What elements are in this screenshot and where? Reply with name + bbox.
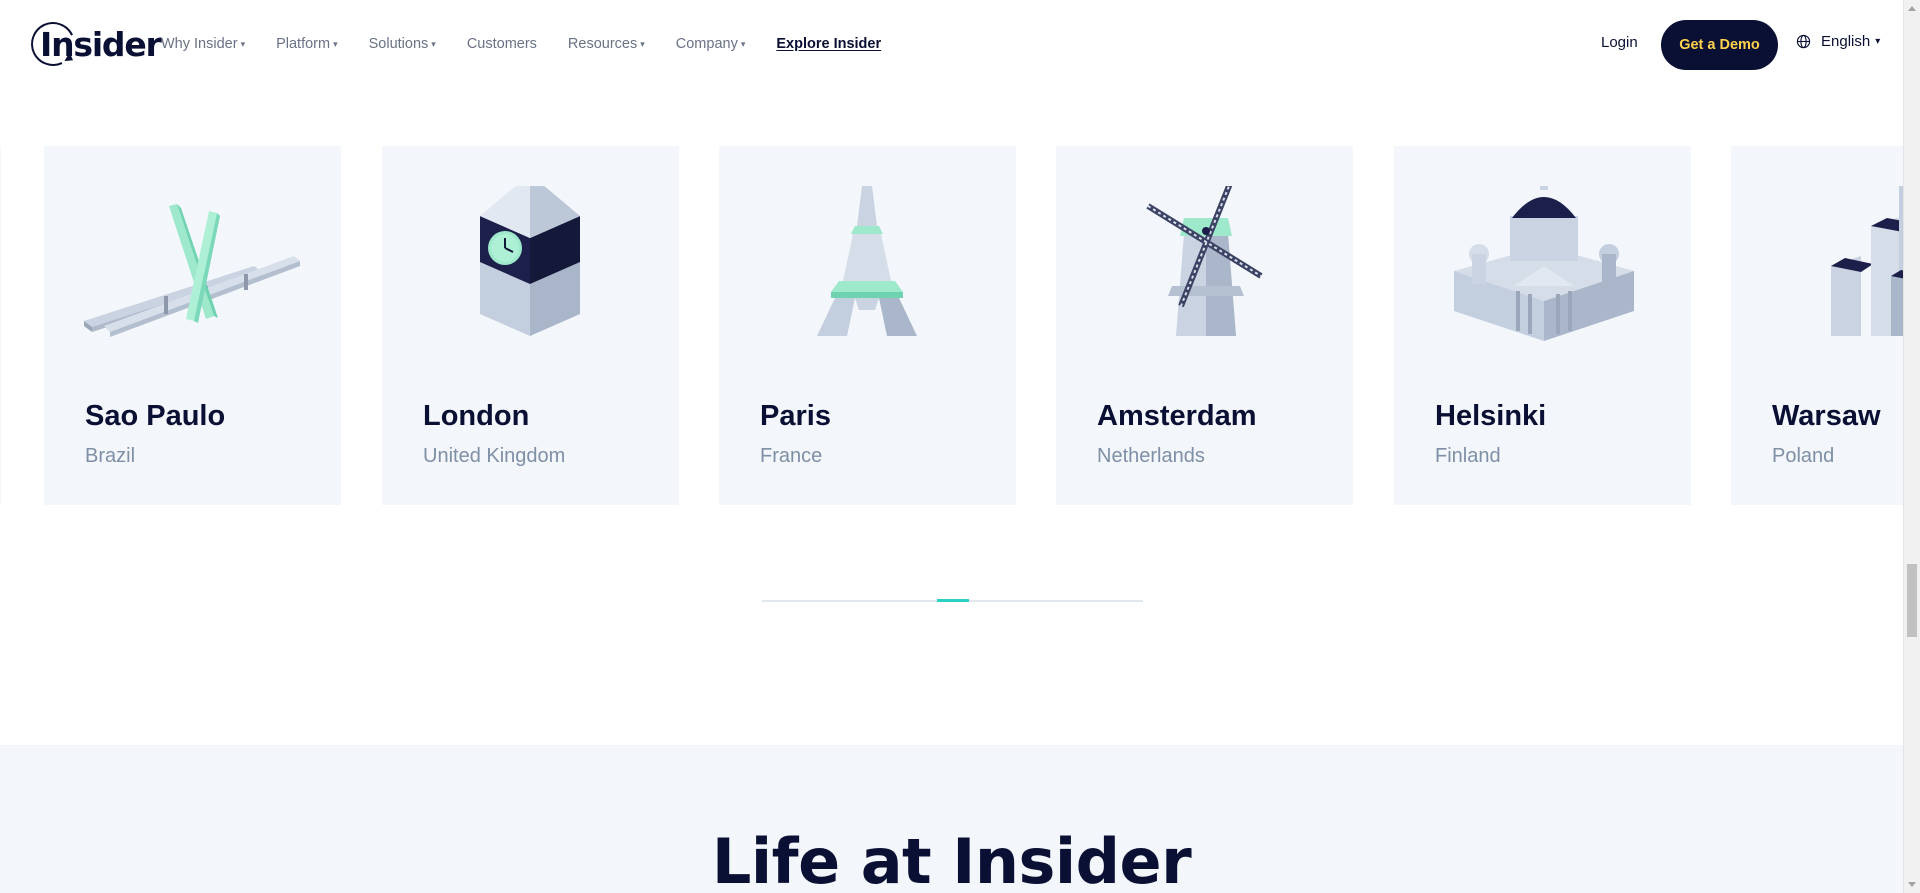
chevron-down-icon: ▾ (740, 38, 746, 49)
nav-company[interactable]: Company ▾ (676, 36, 746, 52)
country-name: Brazil (85, 445, 136, 467)
nav-label: Customers (466, 36, 537, 52)
country-name: Poland (1772, 445, 1835, 467)
clock-tower-icon (480, 186, 580, 336)
login-link[interactable]: Login (1601, 34, 1638, 51)
city-name: Amsterdam (1097, 400, 1257, 432)
cathedral-icon (1454, 186, 1634, 341)
bridge-icon (84, 204, 300, 337)
country-name: United Kingdom (423, 445, 566, 467)
city-card-sao-paulo[interactable]: Sao Paulo Brazil (44, 146, 341, 505)
eiffel-tower-icon (817, 186, 917, 336)
city-card-amsterdam[interactable]: Amsterdam Netherlands (1056, 146, 1353, 505)
office-carousel[interactable]: Sao Paulo Brazil London United Kingdom P… (0, 146, 1903, 505)
language-label: English (1821, 33, 1871, 50)
country-name: France (760, 445, 823, 467)
windmill-icon (1146, 186, 1263, 336)
scroll-down-arrow-icon[interactable] (1908, 882, 1916, 887)
city-card-helsinki[interactable]: Helsinki Finland (1394, 146, 1691, 505)
city-card-warsaw[interactable]: Warsaw Poland (1731, 146, 1903, 505)
insider-logo[interactable]: Insider (24, 15, 162, 73)
nav-solutions[interactable]: Solutions ▾ (369, 36, 436, 52)
city-name: Paris (760, 400, 831, 432)
city-name: Warsaw (1772, 400, 1881, 432)
site-header: Insider Why Insider ▾ Platform ▾ Solutio… (0, 0, 1903, 88)
nav-label: Platform (276, 36, 331, 52)
chevron-down-icon: ▾ (240, 38, 246, 49)
carousel-progress-thumb[interactable] (937, 599, 969, 602)
get-a-demo-button[interactable]: Get a Demo (1661, 20, 1778, 70)
country-name: Netherlands (1097, 445, 1205, 467)
nav-label: Why Insider (161, 36, 238, 52)
section-title: Life at Insider (711, 825, 1192, 893)
nav-why-insider[interactable]: Why Insider ▾ (161, 36, 245, 52)
country-name: Finland (1435, 445, 1501, 467)
chevron-down-icon: ▾ (333, 38, 338, 49)
nav-resources[interactable]: Resources ▾ (568, 36, 645, 52)
nav-customers[interactable]: Customers (467, 36, 537, 52)
chevron-down-icon: ▾ (1875, 36, 1881, 47)
main-nav: Why Insider ▾ Platform ▾ Solutions ▾ Cus… (161, 0, 912, 88)
nav-explore-insider[interactable]: Explore Insider (776, 36, 881, 52)
city-card-london[interactable]: London United Kingdom (382, 146, 679, 505)
logo-text: Insider (40, 24, 162, 64)
city-card-partial (0, 146, 1, 505)
nav-label: Resources (567, 36, 638, 52)
city-name: London (423, 400, 530, 432)
page-scrollbar[interactable] (1903, 0, 1920, 893)
chevron-down-icon: ▾ (640, 38, 645, 49)
globe-icon (1796, 34, 1811, 49)
chevron-down-icon: ▾ (431, 38, 436, 49)
life-at-insider-section: Life at Insider (0, 745, 1903, 893)
city-name: Sao Paulo (85, 400, 226, 432)
city-card-paris[interactable]: Paris France (719, 146, 1016, 505)
palace-tower-icon (1831, 186, 1903, 336)
language-selector[interactable]: English ▾ (1796, 33, 1880, 50)
scroll-up-arrow-icon[interactable] (1908, 6, 1916, 11)
nav-label: Solutions (368, 36, 429, 52)
carousel-progress-track[interactable] (762, 599, 1143, 602)
nav-label: Company (675, 36, 738, 52)
nav-platform[interactable]: Platform ▾ (276, 36, 338, 52)
city-name: Helsinki (1435, 400, 1547, 432)
scrollbar-thumb[interactable] (1907, 564, 1917, 637)
